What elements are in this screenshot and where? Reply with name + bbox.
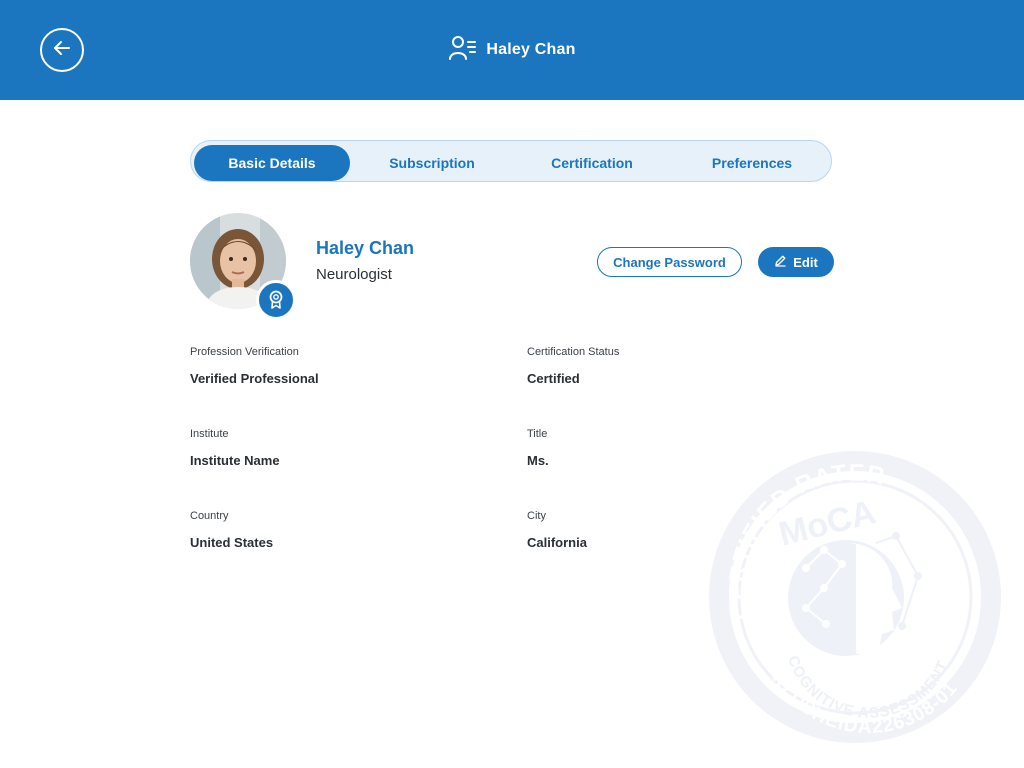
change-password-button[interactable]: Change Password — [597, 247, 742, 277]
profile-tabs: Basic Details Subscription Certification… — [190, 140, 832, 182]
tab-preferences[interactable]: Preferences — [674, 145, 830, 181]
tab-certification[interactable]: Certification — [514, 145, 670, 181]
institute-value: Institute Name — [190, 453, 280, 468]
institute-label: Institute — [190, 428, 229, 440]
title-label: Title — [527, 428, 548, 440]
award-ribbon-icon — [256, 280, 296, 320]
profession-verification-label: Profession Verification — [190, 346, 299, 358]
city-label: City — [527, 510, 546, 522]
certification-status-value: Certified — [527, 371, 580, 386]
profile-role: Neurologist — [316, 266, 392, 283]
tab-subscription[interactable]: Subscription — [354, 145, 510, 181]
country-value: United States — [190, 535, 274, 550]
top-bar: Haley Chan — [0, 0, 1024, 100]
back-button[interactable] — [40, 28, 84, 72]
tab-basic-details[interactable]: Basic Details — [194, 145, 350, 181]
city-value: California — [527, 535, 587, 550]
pencil-icon — [774, 254, 787, 270]
edit-button-label: Edit — [793, 254, 818, 270]
user-list-icon — [448, 35, 477, 66]
country-label: Country — [190, 510, 229, 522]
edit-button[interactable]: Edit — [758, 247, 834, 277]
profession-verification-value: Verified Professional — [190, 371, 319, 386]
profile-name: Haley Chan — [316, 238, 415, 258]
arrow-left-icon — [52, 38, 72, 63]
certified-rater-seal: CERTIFIED RATER ID USHEIDA226308-01 COGN… — [706, 448, 1004, 746]
certification-status-label: Certification Status — [527, 346, 620, 358]
header-user-name: Haley Chan — [486, 41, 576, 58]
title-value: Ms. — [527, 453, 549, 468]
header-title: Haley Chan — [0, 0, 1024, 100]
